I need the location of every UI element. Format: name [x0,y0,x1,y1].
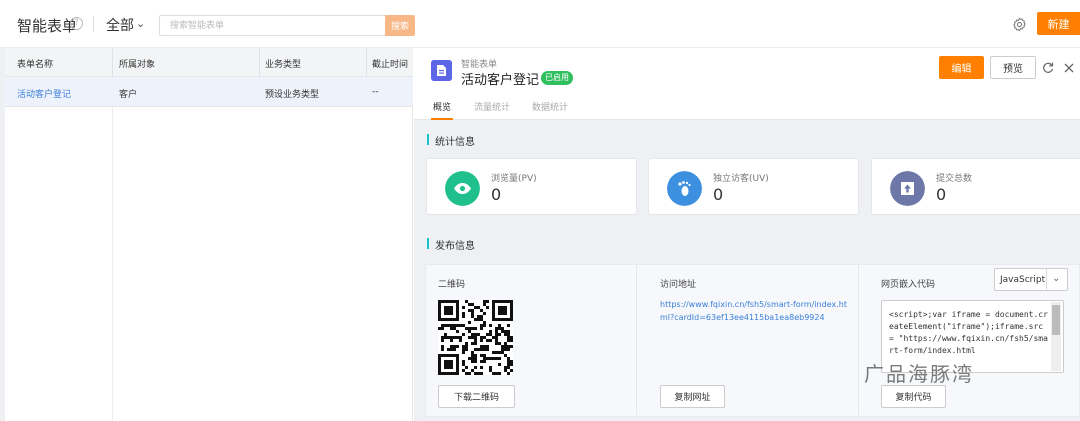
column-header-type: 业务类型 [265,60,302,70]
stat-card-uv: 独立访客(UV) 0 [648,158,859,215]
new-button[interactable]: 新建 [1037,12,1080,35]
column-divider [112,48,113,77]
section-title-publish: 发布信息 [427,237,475,252]
eye-icon [445,171,480,206]
stat-card-submissions: 提交总数 0 [871,158,1080,215]
language-value: JavaScript [1000,275,1046,285]
object-cell: 客户 [119,90,138,100]
publish-panel: 二维码 下载二维码 访问地址 https://www.fqixin.cn/fsh… [425,264,1080,417]
column-header-object: 所属对象 [119,60,156,70]
section-title-stats: 统计信息 [427,133,475,148]
download-qr-button[interactable]: 下载二维码 [438,385,515,408]
access-url-link[interactable]: https://www.fqixin.cn/fsh5/smart-form/in… [660,298,850,324]
gear-icon[interactable] [1012,17,1027,32]
divider [636,265,637,415]
detail-panel: 智能表单 活动客户登记 已启用 编辑 预览 概览 流量统计 数据统计 统计信息 … [414,48,1080,421]
embed-code-label: 网页嵌入代码 [881,280,936,290]
form-icon [431,60,452,81]
stat-label: 浏览量(PV) [491,174,537,184]
chevron-down-icon: ⌄ [1052,273,1061,284]
table-header: 表单名称 所属对象 业务类型 截止时间 [5,48,413,77]
detail-header: 智能表单 活动客户登记 已启用 编辑 预览 概览 流量统计 数据统计 [414,48,1080,120]
filter-dropdown[interactable]: 全部 [106,15,134,35]
column-divider [259,48,260,77]
scrollbar-thumb[interactable] [1052,305,1060,335]
table-row[interactable]: 活动客户登记 客户 预设业务类型 -- [5,77,413,107]
stat-card-pv: 浏览量(PV) 0 [426,158,637,215]
page-title: 智能表单 [17,17,78,35]
search-input[interactable] [159,15,386,36]
qr-code-image [438,300,513,375]
divider [93,16,94,32]
stat-value: 0 [713,185,724,204]
refresh-icon[interactable] [1041,61,1055,75]
top-bar: 智能表单 ? 全部 ⌄ 搜索 新建 [0,0,1080,48]
form-table: 表单名称 所属对象 业务类型 截止时间 活动客户登记 客户 预设业务类型 -- [5,48,413,421]
close-icon[interactable] [1062,61,1076,75]
divider [858,265,859,415]
upload-icon [890,171,925,206]
edit-button[interactable]: 编辑 [939,56,984,79]
stat-value: 0 [491,185,502,204]
column-header-name: 表单名称 [17,60,54,70]
tab-overview[interactable]: 概览 [433,100,451,113]
type-cell: 预设业务类型 [265,90,320,100]
preview-button[interactable]: 预览 [990,56,1036,79]
copy-url-button[interactable]: 复制网址 [660,385,725,408]
column-divider [112,107,113,421]
footprint-icon [667,171,702,206]
language-select[interactable]: JavaScript ⌄ [994,268,1068,291]
stat-label: 提交总数 [936,174,973,184]
code-scrollbar[interactable] [1051,302,1061,371]
url-label: 访问地址 [660,280,697,290]
column-divider [366,48,367,77]
qr-label: 二维码 [438,280,466,290]
status-badge: 已启用 [541,71,573,85]
detail-title: 活动客户登记 [461,73,540,88]
search-button[interactable]: 搜索 [385,15,415,36]
active-tab-indicator [431,118,453,120]
column-header-deadline: 截止时间 [372,60,409,70]
chevron-down-icon[interactable]: ⌄ [136,17,145,30]
stat-value: 0 [936,185,947,204]
help-icon[interactable]: ? [70,17,83,30]
divider [1046,269,1047,290]
copy-code-button[interactable]: 复制代码 [881,385,946,408]
stat-label: 独立访客(UV) [713,174,769,184]
form-name-link[interactable]: 活动客户登记 [17,87,71,100]
tab-traffic[interactable]: 流量统计 [474,100,510,113]
tab-data[interactable]: 数据统计 [532,100,568,113]
watermark: 广品海豚湾 [864,362,974,386]
deadline-cell: -- [372,87,379,97]
